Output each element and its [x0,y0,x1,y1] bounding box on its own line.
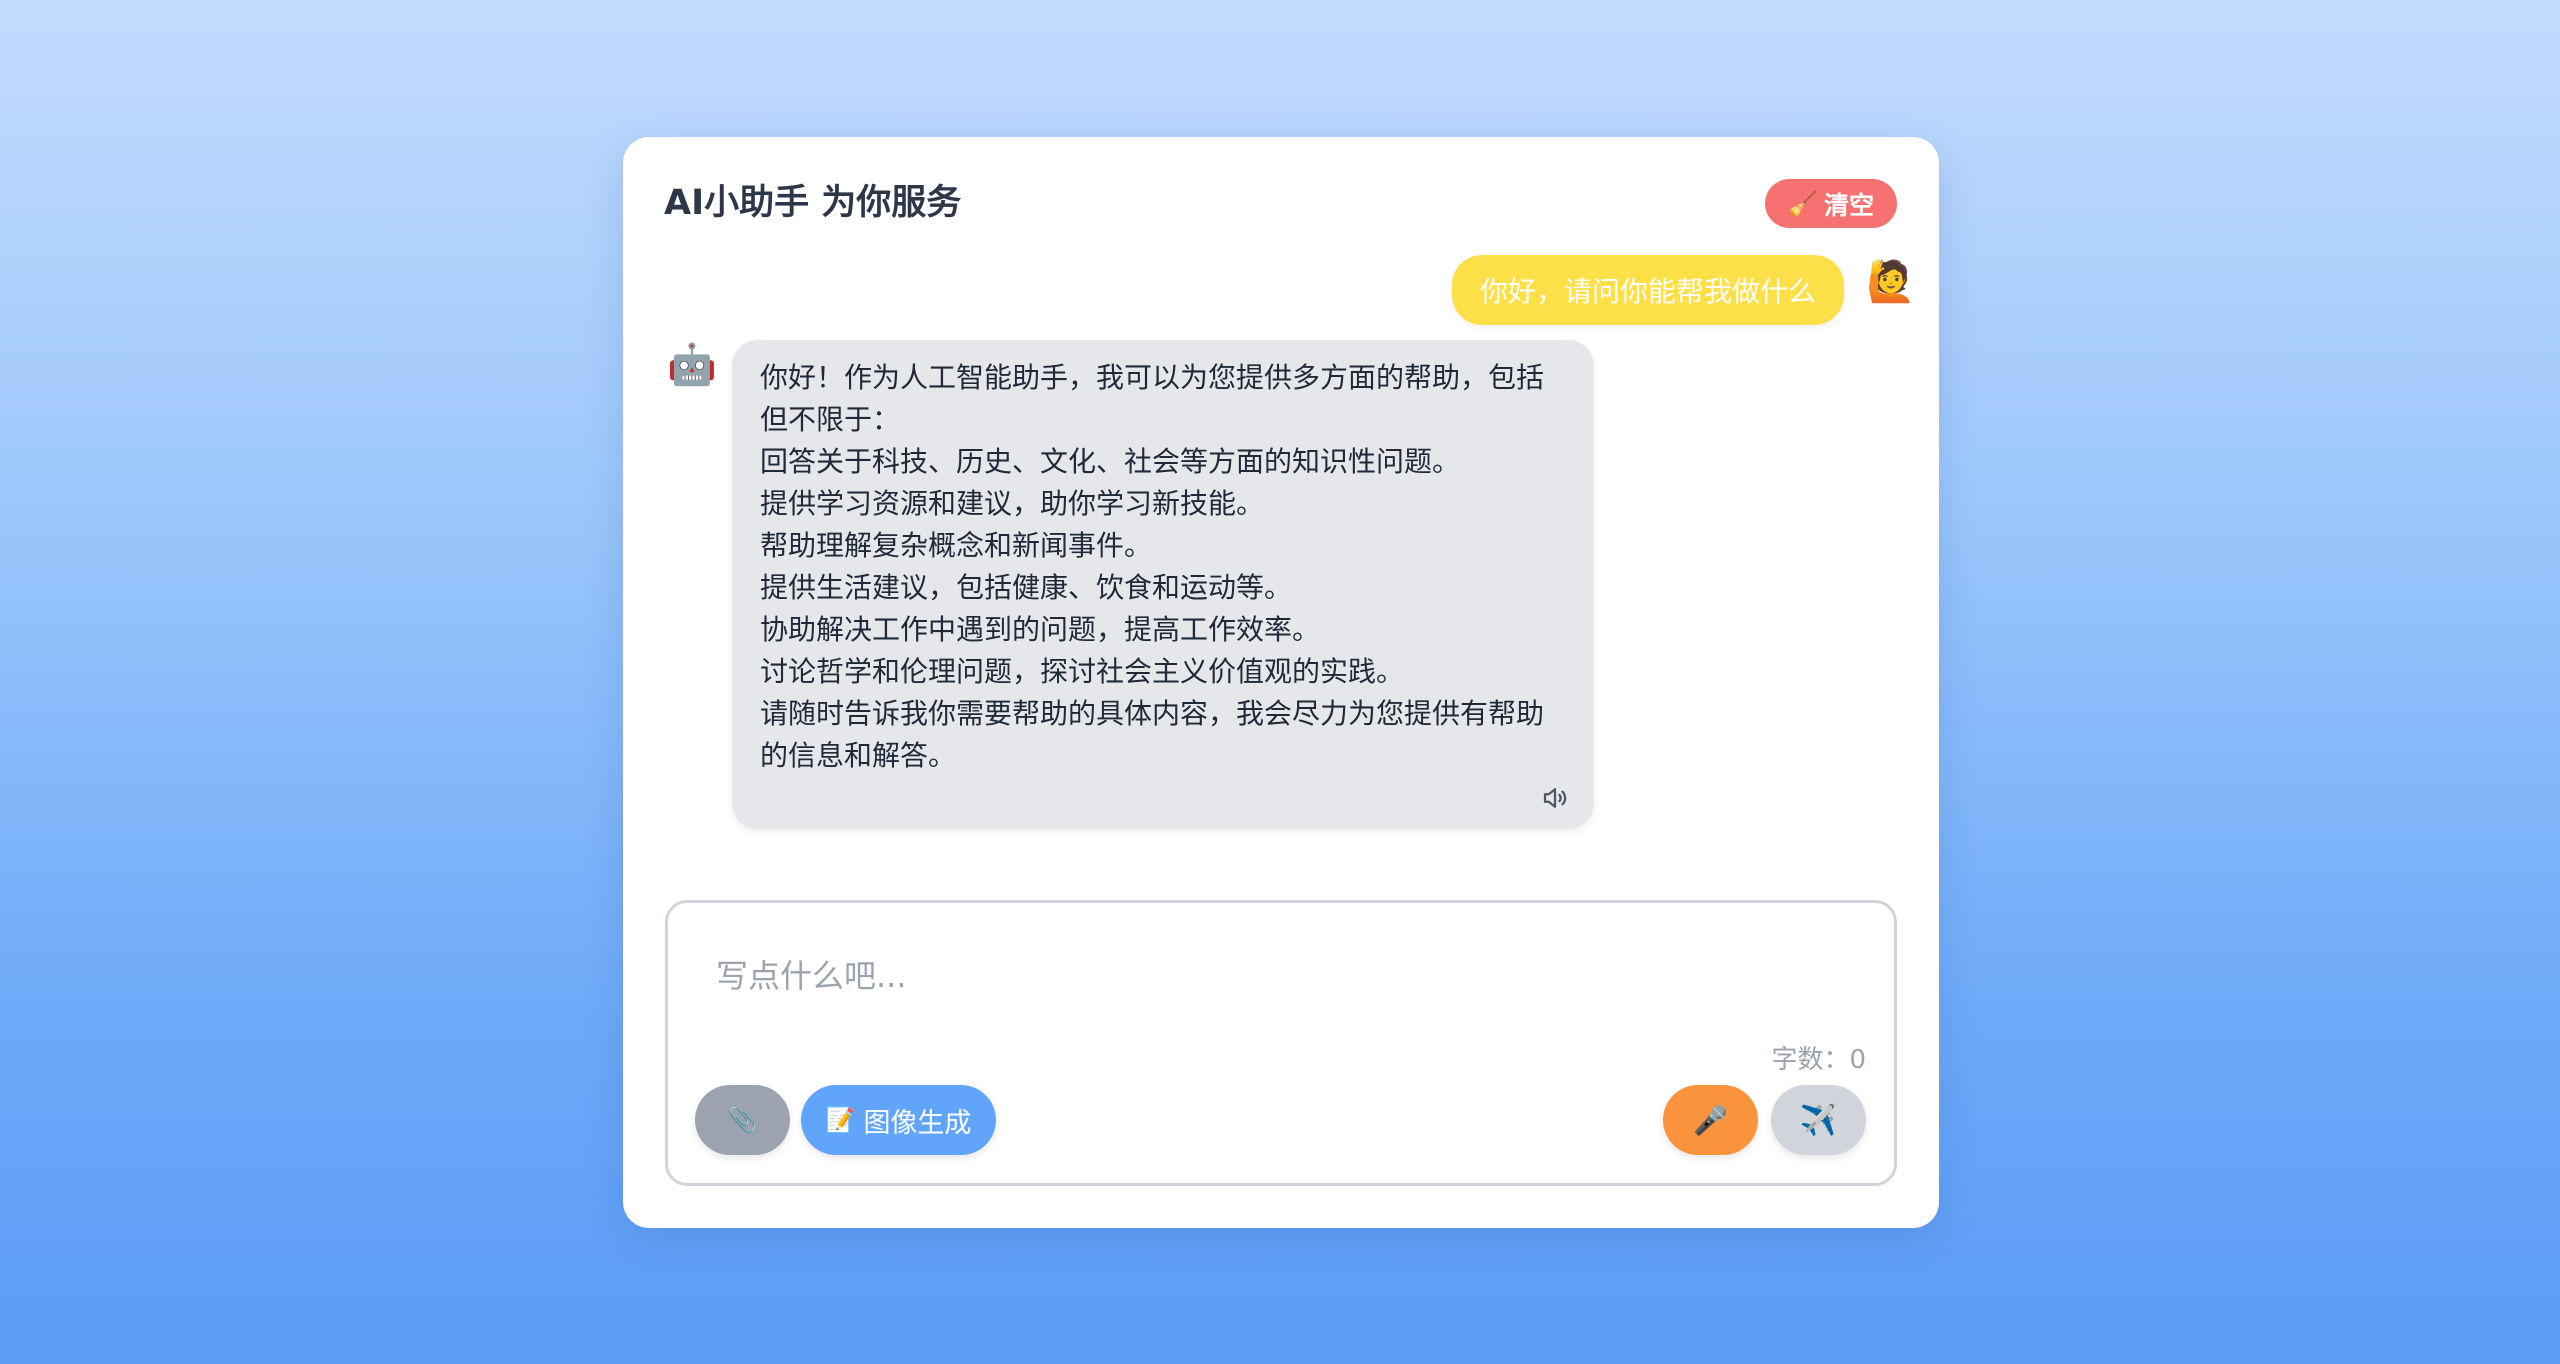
assistant-message-line: 讨论哲学和伦理问题，探讨社会主义价值观的实践。 [760,655,1405,688]
chat-card: AI小助手 为你服务 🧹 清空 你好，请问你能帮我做什么 🙋 🤖 你好！作为人工… [623,137,1939,1228]
clear-button-label: 清空 [1823,190,1874,220]
user-message: 你好，请问你能帮我做什么 🙋 [1451,255,1916,325]
paperclip-icon: 📎 [727,1106,758,1134]
assistant-message: 🤖 你好！作为人工智能助手，我可以为您提供多方面的帮助，包括但不限于： 回答关于… [667,340,1594,829]
microphone-icon: 🎤 [1693,1103,1728,1137]
assistant-message-line: 协助解决工作中遇到的问题，提高工作效率。 [760,613,1321,646]
assistant-message-line: 帮助理解复杂概念和新闻事件。 [760,529,1153,562]
char-count: 字数：0 [1771,1045,1866,1075]
assistant-message-line: 请随时告诉我你需要帮助的具体内容，我会尽力为您提供有帮助的信息和解答。 [760,697,1545,772]
read-aloud-button[interactable] [760,783,1570,813]
image-generation-button[interactable]: 📝 图像生成 [801,1085,996,1155]
assistant-message-line: 提供生活建议，包括健康、饮食和运动等。 [760,571,1293,604]
assistant-message-bubble: 你好！作为人工智能助手，我可以为您提供多方面的帮助，包括但不限于： 回答关于科技… [732,340,1594,829]
assistant-message-line: 你好！作为人工智能助手，我可以为您提供多方面的帮助，包括但不限于： [760,361,1545,436]
page-title: AI小助手 为你服务 [664,183,962,223]
user-message-bubble: 你好，请问你能帮我做什么 [1451,255,1844,325]
image-generation-label: 图像生成 [863,1107,972,1139]
user-avatar-icon: 🙋 [1866,259,1916,305]
upload-button[interactable]: 📎 [695,1085,790,1155]
message-input[interactable] [716,951,1846,1011]
voice-input-button[interactable]: 🎤 [1663,1085,1758,1155]
broom-icon: 🧹 [1788,189,1818,218]
memo-icon: 📝 [825,1106,856,1134]
clear-button[interactable]: 🧹 清空 [1765,179,1897,228]
airplane-icon: ✈️ [1799,1102,1838,1138]
message-composer: 字数：0 📎 📝 图像生成 🎤 ✈️ [665,900,1897,1186]
assistant-message-line: 回答关于科技、历史、文化、社会等方面的知识性问题。 [760,445,1461,478]
speaker-icon [1543,788,1567,808]
robot-avatar-icon: 🤖 [667,342,717,388]
assistant-message-line: 提供学习资源和建议，助你学习新技能。 [760,487,1265,520]
send-button[interactable]: ✈️ [1771,1085,1866,1155]
